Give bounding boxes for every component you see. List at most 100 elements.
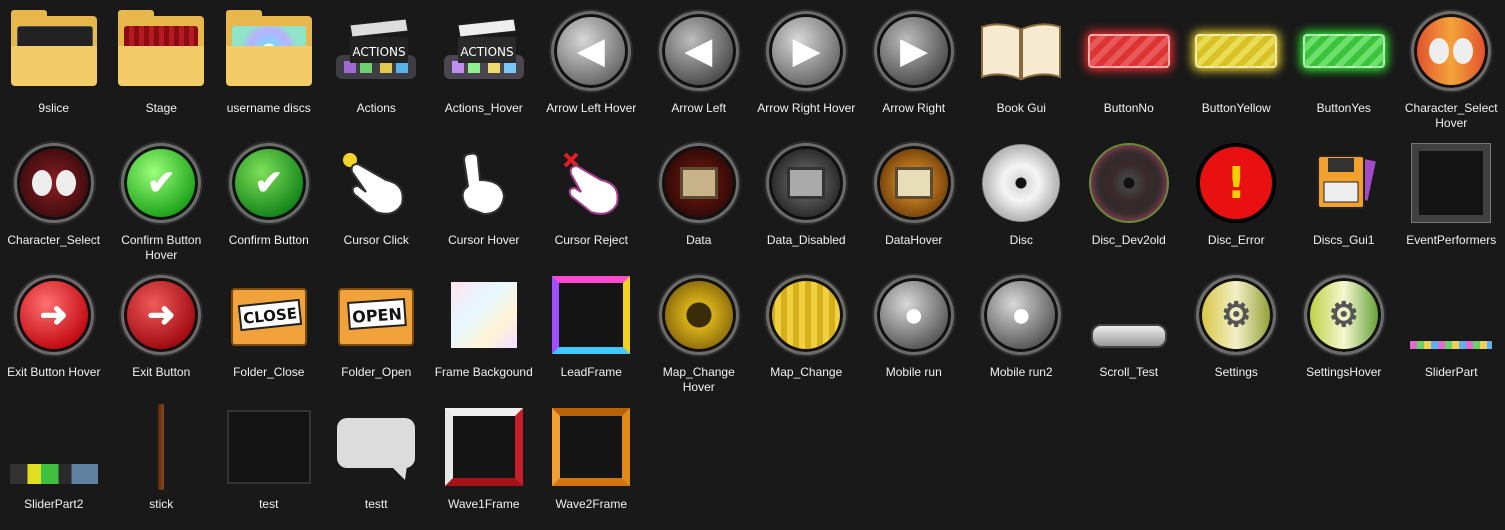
file-tile[interactable]: Wave1Frame — [430, 398, 538, 530]
hand-cursor-icon — [330, 137, 422, 229]
file-tile[interactable]: ButtonNo — [1075, 2, 1183, 134]
file-tile[interactable]: Map_Change Hover — [645, 266, 753, 398]
red-button-icon — [1083, 5, 1175, 97]
file-label: Arrow Left Hover — [546, 101, 637, 115]
file-tile[interactable]: ACTIONS Actions — [323, 2, 431, 134]
file-label: Cursor Click — [343, 233, 409, 247]
file-tile[interactable]: username discs — [215, 2, 323, 134]
file-tile[interactable]: ▶ Arrow Right Hover — [753, 2, 861, 134]
file-tile[interactable]: test — [215, 398, 323, 530]
file-tile[interactable]: Character_Select — [0, 134, 108, 266]
file-tile[interactable]: ◀ Arrow Left Hover — [538, 2, 646, 134]
file-tile[interactable]: Frame Backgound — [430, 266, 538, 398]
file-tile[interactable]: SliderPart2 — [0, 398, 108, 530]
file-tile[interactable]: Character_Select Hover — [1398, 2, 1505, 134]
error-icon: ! — [1190, 137, 1282, 229]
file-tile[interactable]: Book Gui — [968, 2, 1076, 134]
file-label: Map_Change Hover — [662, 365, 735, 394]
file-tile[interactable]: Scroll_Test — [1075, 266, 1183, 398]
file-tile[interactable]: Discs_Gui1 — [1290, 134, 1398, 266]
file-label: 9slice — [38, 101, 70, 115]
computer-orb-icon — [653, 137, 745, 229]
folder-icon — [8, 5, 100, 97]
file-label: stick — [149, 497, 174, 511]
file-tile[interactable]: testt — [323, 398, 431, 530]
file-label: Discs_Gui1 — [1313, 233, 1375, 247]
arrow-right-icon: ▶ — [760, 5, 852, 97]
yellow-button-icon — [1190, 5, 1282, 97]
file-tile[interactable]: ▶ Arrow Right — [860, 2, 968, 134]
file-label: Data_Disabled — [766, 233, 846, 247]
file-tile[interactable]: CLOSE Folder_Close — [215, 266, 323, 398]
file-tile[interactable]: ✔ Confirm Button Hover — [108, 134, 216, 266]
file-tile[interactable]: Data_Disabled — [753, 134, 861, 266]
file-label: ButtonNo — [1103, 101, 1154, 115]
file-tile[interactable]: 9slice — [0, 2, 108, 134]
file-label: Frame Backgound — [434, 365, 533, 379]
file-label: Map_Change — [770, 365, 843, 379]
character-orb-icon — [8, 137, 100, 229]
file-label: Wave2Frame — [555, 497, 628, 511]
file-tile[interactable]: Disc — [968, 134, 1076, 266]
green-button-icon — [1298, 5, 1390, 97]
file-label: Mobile run2 — [989, 365, 1053, 379]
file-tile[interactable]: Wave2Frame — [538, 398, 646, 530]
folder-close-icon: CLOSE — [223, 269, 315, 361]
svg-text:ACTIONS: ACTIONS — [353, 45, 406, 59]
character-orb-icon — [1405, 5, 1497, 97]
gear-orb-icon: ⚙ — [1190, 269, 1282, 361]
file-tile[interactable]: ● Mobile run2 — [968, 266, 1076, 398]
file-tile[interactable]: ◀ Arrow Left — [645, 2, 753, 134]
file-label: Settings — [1214, 365, 1258, 379]
folder-open-icon: OPEN — [330, 269, 422, 361]
file-tile[interactable]: ⚙ Settings — [1183, 266, 1291, 398]
frame-icon — [1405, 137, 1497, 229]
file-label: test — [259, 497, 279, 511]
file-tile[interactable]: ButtonYes — [1290, 2, 1398, 134]
folder-sign-text: OPEN — [352, 304, 403, 326]
disc-icon — [975, 137, 1067, 229]
file-tile[interactable]: ➜ Exit Button Hover — [0, 266, 108, 398]
slider-strip-icon — [1405, 269, 1497, 361]
file-tile[interactable]: LeadFrame — [538, 266, 646, 398]
file-label: Cursor Hover — [448, 233, 520, 247]
file-label: Disc_Dev2old — [1091, 233, 1166, 247]
file-tile[interactable]: Cursor Reject — [538, 134, 646, 266]
file-tile[interactable]: ⚙ SettingsHover — [1290, 266, 1398, 398]
exit-orb-icon: ➜ — [115, 269, 207, 361]
file-tile[interactable]: DataHover — [860, 134, 968, 266]
file-tile[interactable]: stick — [108, 398, 216, 530]
file-tile[interactable]: Cursor Hover — [430, 134, 538, 266]
file-tile[interactable]: Stage — [108, 2, 216, 134]
file-label: Disc_Error — [1207, 233, 1265, 247]
file-tile[interactable]: ➜ Exit Button — [108, 266, 216, 398]
file-tile[interactable]: Data — [645, 134, 753, 266]
file-label: Scroll_Test — [1099, 365, 1159, 379]
file-label: Arrow Right — [882, 101, 946, 115]
book-icon — [975, 5, 1067, 97]
curtain-orb-icon — [760, 269, 852, 361]
file-tile[interactable]: ✔ Confirm Button — [215, 134, 323, 266]
frame-icon — [545, 269, 637, 361]
confirm-orb-icon: ✔ — [223, 137, 315, 229]
file-label: SliderPart2 — [24, 497, 84, 511]
file-tile[interactable]: ButtonYellow — [1183, 2, 1291, 134]
file-tile[interactable]: Disc_Dev2old — [1075, 134, 1183, 266]
file-tile[interactable]: ● Mobile run — [860, 266, 968, 398]
frame-icon — [438, 401, 530, 493]
file-label: SliderPart — [1424, 365, 1478, 379]
computer-orb-icon — [868, 137, 960, 229]
curtain-orb-icon — [653, 269, 745, 361]
dark-square-icon — [223, 401, 315, 493]
file-tile[interactable]: Cursor Click — [323, 134, 431, 266]
pastel-texture-icon — [438, 269, 530, 361]
file-tile[interactable]: EventPerformers — [1398, 134, 1505, 266]
file-tile[interactable]: OPEN Folder_Open — [323, 266, 431, 398]
file-label: Wave1Frame — [447, 497, 520, 511]
file-tile[interactable]: SliderPart — [1398, 266, 1505, 398]
scroll-pill-icon — [1083, 269, 1175, 361]
file-tile[interactable]: ACTIONS Actions_Hover — [430, 2, 538, 134]
file-tile[interactable]: ! Disc_Error — [1183, 134, 1291, 266]
folder-icon — [223, 5, 315, 97]
file-tile[interactable]: Map_Change — [753, 266, 861, 398]
